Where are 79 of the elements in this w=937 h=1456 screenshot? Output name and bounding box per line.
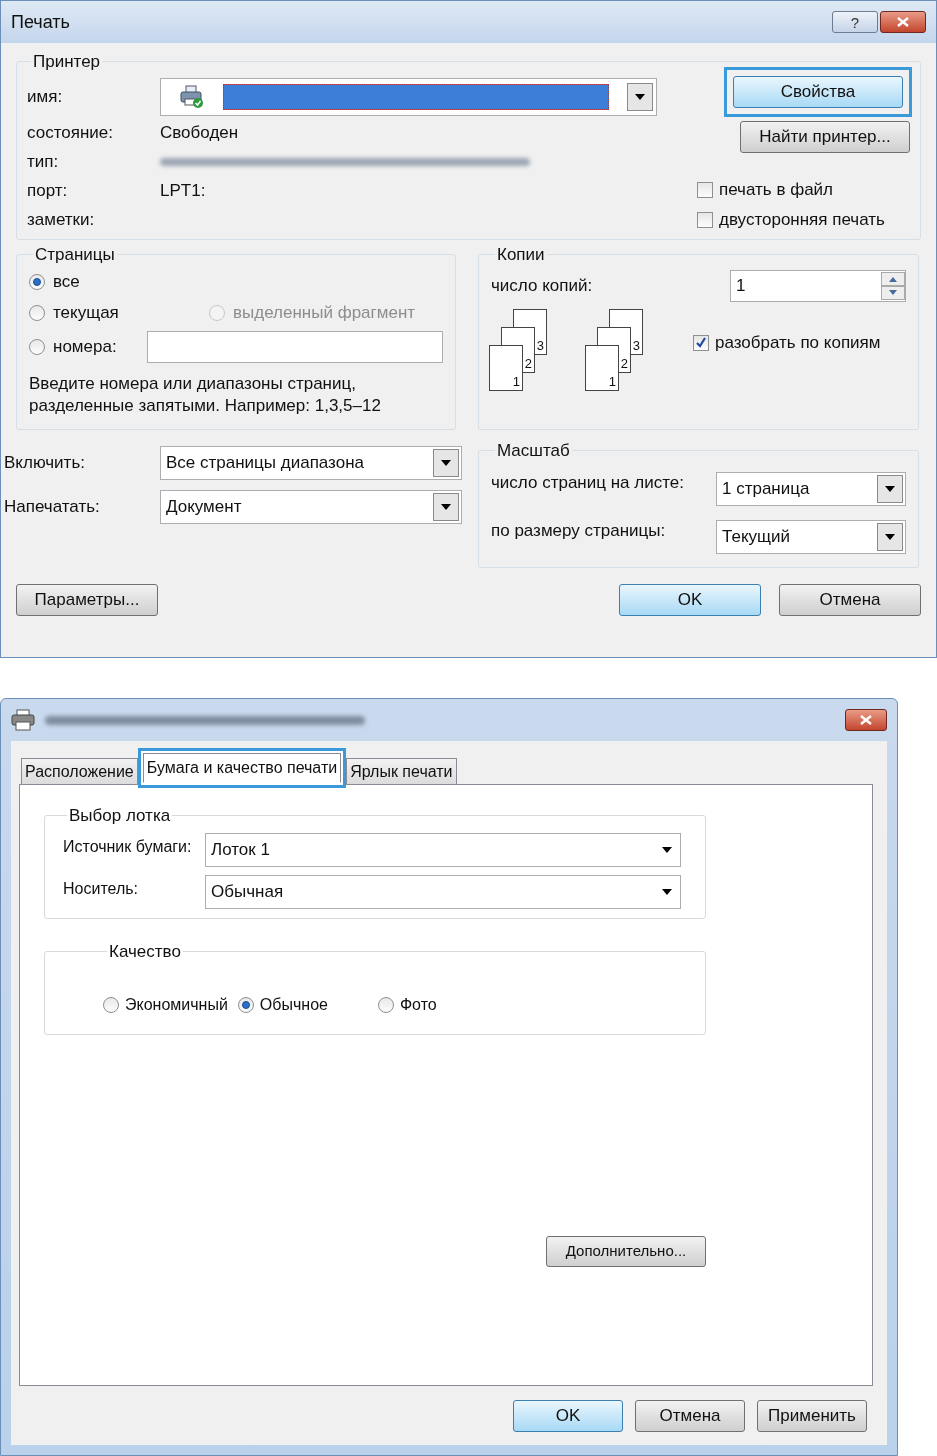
group-title: Принтер xyxy=(32,51,102,73)
field-label: число копий: xyxy=(491,275,593,298)
tab[interactable]: Ярлык печати xyxy=(346,758,457,785)
radio-label: текущая xyxy=(53,302,119,325)
field-label: заметки: xyxy=(27,209,96,232)
caret-icon xyxy=(885,486,895,492)
caret-icon xyxy=(662,846,672,853)
spin-box[interactable]: 1 xyxy=(730,270,906,302)
dropdown[interactable]: Текущий xyxy=(716,520,906,554)
dropdown[interactable]: Лоток 1 xyxy=(205,832,681,867)
close-icon xyxy=(860,715,872,725)
group-title: Качество xyxy=(108,941,182,963)
close-icon xyxy=(897,17,909,27)
radio-label: выделенный фрагмент xyxy=(233,302,416,325)
radio-button[interactable] xyxy=(29,339,45,355)
radio-label: Фото xyxy=(399,994,437,1015)
checkbox[interactable] xyxy=(693,335,709,351)
group-title: Выбор лотка xyxy=(68,805,172,827)
radio-label: все xyxy=(53,271,80,294)
dialog-button[interactable]: Свойства xyxy=(733,75,903,108)
advanced-button[interactable]: Дополнительно... xyxy=(546,1236,706,1267)
group-title: Копии xyxy=(496,243,546,266)
checkbox[interactable] xyxy=(697,211,713,228)
field-label: Носитель: xyxy=(63,878,140,899)
dialog-button[interactable]: Применить xyxy=(757,1400,867,1432)
printer-dropdown[interactable] xyxy=(160,77,657,116)
window-title: Печать xyxy=(11,10,70,34)
dialog-button[interactable]: Найти принтер... xyxy=(740,120,910,153)
field-label: имя: xyxy=(27,85,64,108)
field-label: Включить: xyxy=(4,451,85,474)
radio-label: номера: xyxy=(53,336,118,359)
checkbox-label: печать в файл xyxy=(719,178,833,201)
radio-button[interactable] xyxy=(377,996,394,1013)
radio-button[interactable] xyxy=(29,274,45,290)
caret-icon xyxy=(441,503,451,510)
dropdown[interactable]: Обычная xyxy=(205,874,681,909)
field-label: число страниц на листе: xyxy=(491,472,684,495)
hint-text: Введите номера или диапазоны страниц, разделенные запятыми. Например: 1,3,5–12 xyxy=(29,373,382,417)
close-button[interactable] xyxy=(845,709,887,731)
radio-label: Экономичный xyxy=(125,994,228,1015)
caret-icon xyxy=(441,459,451,466)
input-field[interactable] xyxy=(147,331,443,363)
page-sheet: 1 xyxy=(489,345,523,391)
dialog-button[interactable]: Отмена xyxy=(779,583,921,616)
field-label: состояние: xyxy=(27,122,114,145)
field-label: тип: xyxy=(27,151,60,174)
field-label: порт: xyxy=(27,180,69,203)
field-label: по размеру страницы: xyxy=(491,520,666,543)
radio-button[interactable] xyxy=(29,305,45,321)
dialog-button[interactable]: OK xyxy=(513,1400,623,1432)
field-value: LPT1: xyxy=(160,180,206,203)
dropdown[interactable]: Все страницы диапазона xyxy=(160,445,462,480)
caret-icon xyxy=(662,888,672,895)
radio-button[interactable] xyxy=(237,996,254,1013)
field-label: Источник бумаги: xyxy=(63,836,193,857)
group-title: Страницы xyxy=(34,243,116,266)
dialog-button[interactable]: Отмена xyxy=(635,1400,745,1432)
spinner-arrows-icon xyxy=(881,272,905,300)
caret-icon xyxy=(635,93,645,100)
checkbox[interactable] xyxy=(697,181,713,198)
checkbox-label: разобрать по копиям xyxy=(715,332,881,355)
checkbox-label: двусторонняя печать xyxy=(719,208,885,231)
group-title: Масштаб xyxy=(496,439,571,462)
dialog-button[interactable]: Параметры... xyxy=(16,583,158,616)
page-sheet: 1 xyxy=(585,345,619,391)
printer-icon xyxy=(179,84,205,109)
radio-button[interactable] xyxy=(103,996,119,1013)
caret-icon xyxy=(885,534,895,540)
tab[interactable]: Расположение xyxy=(21,758,138,785)
printer-icon xyxy=(11,709,35,731)
help-button[interactable]: ? xyxy=(832,11,878,33)
field-value: Свободен xyxy=(160,122,239,145)
dialog-button[interactable]: OK xyxy=(619,583,761,616)
close-button[interactable] xyxy=(880,11,926,33)
dropdown[interactable]: 1 страница xyxy=(716,472,906,506)
tab[interactable]: Бумага и качество печати xyxy=(142,753,342,783)
dropdown[interactable]: Документ xyxy=(160,489,462,524)
field-label: Напечатать: xyxy=(4,495,100,518)
radio-label: Обычное xyxy=(259,994,328,1015)
